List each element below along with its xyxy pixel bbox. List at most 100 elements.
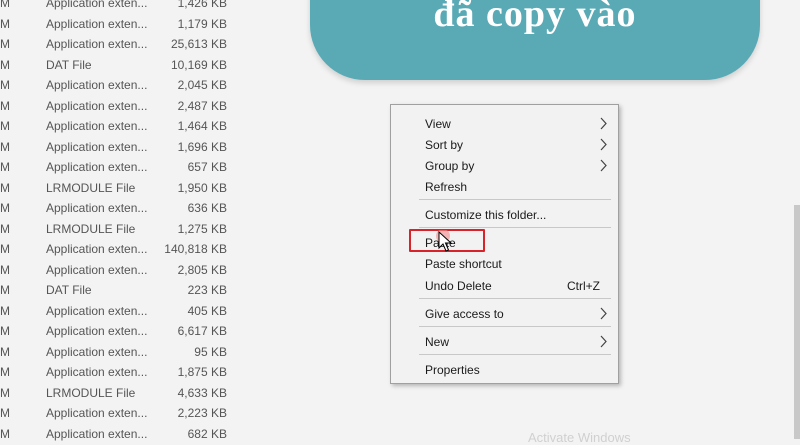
scrollbar[interactable]: [794, 205, 800, 439]
file-size: 2,045 KB: [177, 78, 227, 92]
file-size: 1,464 KB: [177, 119, 227, 133]
file-size: 682 KB: [187, 426, 227, 441]
file-row[interactable]: M Application exten... 2,805 KB: [0, 259, 300, 280]
file-date: M: [0, 426, 10, 441]
file-date: M: [0, 0, 10, 10]
file-size: 2,805 KB: [177, 262, 227, 277]
menu-item-undo-delete[interactable]: Undo Delete Ctrl+Z: [391, 275, 618, 296]
file-type: Application exten...: [46, 78, 148, 92]
file-date: M: [0, 324, 10, 338]
menu-item-new[interactable]: New: [391, 331, 618, 352]
file-date: M: [0, 385, 10, 400]
file-date: M: [0, 16, 10, 31]
file-row[interactable]: M Application exten... 657 KB: [0, 156, 300, 177]
file-size: 10,169 KB: [170, 57, 227, 72]
file-size: 1,275 KB: [177, 221, 227, 236]
file-size: 95 KB: [194, 344, 227, 359]
file-type: Application exten...: [46, 0, 148, 10]
file-type: Application exten...: [46, 406, 148, 420]
file-size: 636 KB: [187, 201, 227, 215]
file-date: M: [0, 201, 10, 215]
file-row[interactable]: M LRMODULE File 4,633 KB: [0, 382, 300, 403]
title-banner: đã copy vào: [310, 0, 760, 80]
menu-item-label: Properties: [425, 363, 480, 377]
file-type: Application exten...: [46, 303, 148, 318]
chevron-right-icon: [600, 335, 607, 348]
shortcut-label: Ctrl+Z: [567, 279, 600, 293]
file-date: M: [0, 406, 10, 420]
menu-item-label: View: [425, 117, 451, 131]
file-row[interactable]: M LRMODULE File 1,950 KB: [0, 177, 300, 198]
mouse-cursor-icon: [436, 230, 453, 252]
menu-item-label: Paste shortcut: [425, 257, 502, 271]
activation-watermark: Activate Windows: [528, 430, 631, 445]
file-type: Application exten...: [46, 98, 148, 113]
file-row[interactable]: M Application exten... 682 KB: [0, 423, 300, 444]
menu-item-label: Group by: [425, 159, 475, 173]
file-type: Application exten...: [46, 139, 148, 154]
file-row[interactable]: M Application exten... 2,045 KB: [0, 74, 300, 95]
file-date: M: [0, 283, 10, 297]
file-row[interactable]: M LRMODULE File 1,275 KB: [0, 218, 300, 239]
menu-item-view[interactable]: View: [391, 113, 618, 134]
file-row[interactable]: M Application exten... 1,179 KB: [0, 13, 300, 34]
file-date: M: [0, 180, 10, 195]
file-row[interactable]: M Application exten... 405 KB: [0, 300, 300, 321]
menu-item-customize-folder[interactable]: Customize this folder...: [391, 204, 618, 225]
menu-separator: [419, 227, 611, 228]
file-type: LRMODULE File: [46, 221, 136, 236]
file-size: 1,696 KB: [177, 139, 227, 154]
file-row[interactable]: M Application exten... 1,875 KB: [0, 361, 300, 382]
menu-item-group-by[interactable]: Group by: [391, 155, 618, 176]
menu-separator: [419, 298, 611, 299]
file-row[interactable]: M Application exten... 1,464 KB: [0, 115, 300, 136]
file-type: Application exten...: [46, 16, 148, 31]
file-date: M: [0, 57, 10, 72]
file-type: Application exten...: [46, 37, 148, 51]
menu-separator: [419, 199, 611, 200]
chevron-right-icon: [600, 159, 607, 172]
file-type: DAT File: [46, 283, 92, 297]
file-row[interactable]: M DAT File 223 KB: [0, 279, 300, 300]
menu-item-label: Refresh: [425, 180, 468, 194]
menu-item-give-access[interactable]: Give access to: [391, 303, 618, 324]
file-row[interactable]: M Application exten... 2,223 KB: [0, 402, 300, 423]
menu-separator: [419, 354, 611, 355]
file-type: Application exten...: [46, 344, 148, 359]
file-row[interactable]: M Application exten... 6,617 KB: [0, 320, 300, 341]
file-row[interactable]: M Application exten... 25,613 KB: [0, 33, 300, 54]
menu-separator: [419, 326, 611, 327]
menu-item-properties[interactable]: Properties: [391, 359, 618, 380]
menu-item-sort-by[interactable]: Sort by: [391, 134, 618, 155]
file-size: 1,875 KB: [177, 365, 227, 379]
file-row[interactable]: M Application exten... 95 KB: [0, 341, 300, 362]
file-date: M: [0, 119, 10, 133]
file-date: M: [0, 262, 10, 277]
file-row[interactable]: M DAT File 10,169 KB: [0, 54, 300, 75]
file-row[interactable]: M Application exten... 140,818 KB: [0, 238, 300, 259]
file-row[interactable]: M Application exten... 1,426 KB: [0, 0, 300, 13]
file-date: M: [0, 160, 10, 174]
file-type: Application exten...: [46, 119, 148, 133]
file-date: M: [0, 365, 10, 379]
file-size: 223 KB: [187, 283, 227, 297]
file-row[interactable]: M Application exten... 1,696 KB: [0, 136, 300, 157]
file-type: LRMODULE File: [46, 385, 136, 400]
file-type: Application exten...: [46, 160, 148, 174]
file-type: Application exten...: [46, 324, 148, 338]
file-size: 4,633 KB: [177, 385, 227, 400]
menu-item-label: Undo Delete: [425, 279, 492, 293]
menu-item-label: Give access to: [425, 307, 504, 321]
file-size: 2,223 KB: [177, 406, 227, 420]
file-row[interactable]: M Application exten... 2,487 KB: [0, 95, 300, 116]
file-row[interactable]: M Application exten... 636 KB: [0, 197, 300, 218]
file-date: M: [0, 303, 10, 318]
file-type: Application exten...: [46, 426, 148, 441]
file-type: Application exten...: [46, 262, 148, 277]
file-type: DAT File: [46, 57, 92, 72]
menu-item-paste-shortcut[interactable]: Paste shortcut: [391, 253, 618, 274]
file-size: 6,617 KB: [177, 324, 227, 338]
menu-item-refresh[interactable]: Refresh: [391, 176, 618, 197]
menu-item-label: Sort by: [425, 138, 464, 152]
file-size: 657 KB: [187, 160, 227, 174]
